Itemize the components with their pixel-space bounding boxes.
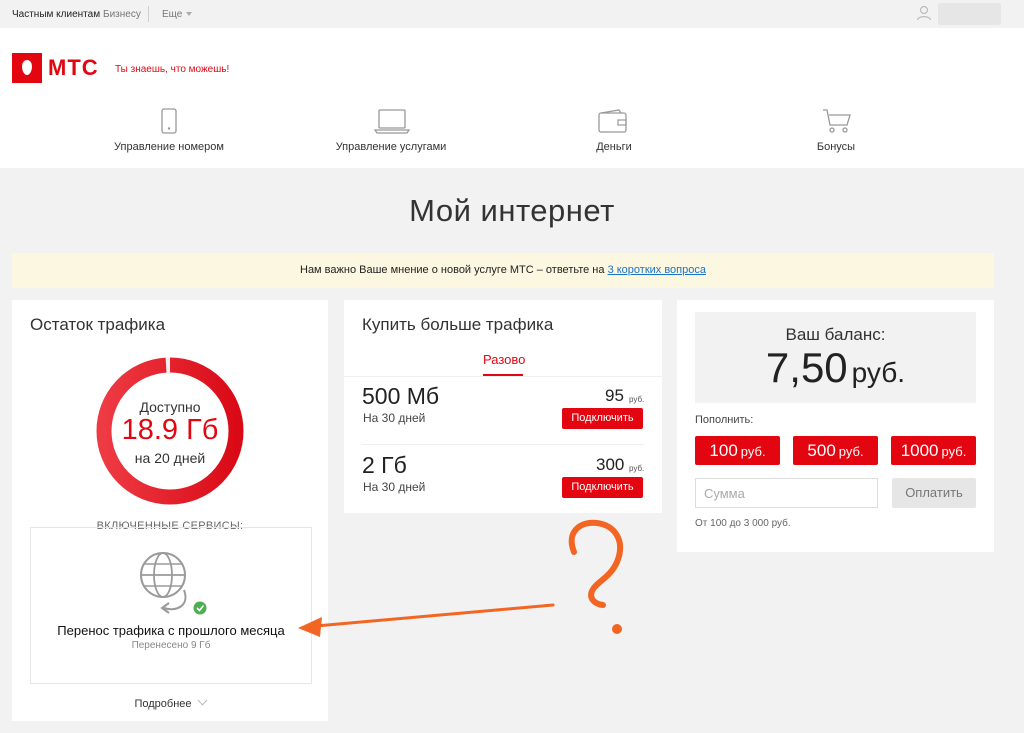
laptop-icon (374, 109, 410, 134)
arrow-annotation (298, 603, 555, 637)
topup-currency: руб. (838, 444, 864, 459)
service-transferred: Перенесено 9 Гб (131, 640, 211, 651)
package-days: На 30 дней (363, 480, 426, 494)
balance-currency: руб. (851, 357, 906, 388)
traffic-card-title: Остаток трафика (30, 315, 166, 334)
traffic-amount: 18.9 Гб (121, 414, 219, 446)
amount-range-note: От 100 до 3 000 руб. (695, 518, 791, 529)
package-price: 95 (605, 386, 624, 405)
pay-button[interactable]: Оплатить (892, 478, 976, 508)
package-currency: руб. (629, 395, 645, 404)
topup-amount: 1000 (900, 441, 939, 460)
topup-currency: руб. (740, 444, 766, 459)
survey-link[interactable]: 3 коротких вопроса (608, 264, 706, 276)
buy-card-title: Купить больше трафика (362, 315, 554, 334)
logo-text[interactable]: МТС (48, 55, 99, 81)
tab-once[interactable]: Разово (483, 352, 525, 367)
cart-icon (823, 109, 851, 133)
user-account-blurred[interactable] (938, 3, 1001, 25)
site-header: МТС Ты знаешь, что можешь! Управление но… (0, 28, 1024, 168)
tab-business[interactable]: Бизнесу (103, 9, 141, 20)
balance-label: Ваш баланс: (785, 325, 886, 344)
nav-money[interactable]: Деньги (514, 141, 714, 153)
topup-label: Пополнить: (695, 414, 754, 426)
service-name: Перенос трафика с прошлого месяца (57, 623, 285, 638)
traffic-days: на 20 дней (134, 450, 206, 466)
survey-text: Нам важно Ваше мнение о новой услуге МТС… (300, 264, 608, 276)
package-currency: руб. (629, 464, 645, 473)
tab-baseline (344, 376, 662, 377)
top-bar: Частным клиентам Бизнесу Еще (0, 0, 1024, 28)
more-menu-label: Еще (162, 9, 183, 20)
topbar-divider (148, 6, 149, 22)
nav-bonuses[interactable]: Бонусы (736, 141, 936, 153)
connect-2gb-button[interactable]: Подключить (562, 477, 643, 498)
user-icon[interactable] (916, 5, 932, 21)
chevron-down-icon (186, 12, 193, 16)
connect-500mb-button[interactable]: Подключить (562, 408, 643, 429)
topup-1000-button[interactable]: 1000 руб. (891, 436, 976, 465)
more-details-link[interactable]: Подробнее (12, 695, 328, 710)
wallet-icon (598, 109, 627, 133)
topup-amount: 500 (807, 441, 836, 460)
question-mark-annotation (568, 519, 624, 634)
tab-active-underline (483, 374, 523, 376)
topup-currency: руб. (941, 444, 967, 459)
package-price: 300 (596, 455, 625, 474)
package-size: 2 Гб (362, 452, 407, 478)
package-days: На 30 дней (363, 411, 426, 425)
topup-amount: 100 (709, 441, 738, 460)
page-title: Мой интернет (409, 193, 615, 228)
sum-input[interactable] (695, 478, 878, 508)
slogan: Ты знаешь, что можешь! (115, 64, 230, 75)
more-menu[interactable]: Еще (162, 9, 193, 20)
topup-500-button[interactable]: 500 руб. (793, 436, 878, 465)
phone-icon (161, 108, 177, 134)
nav-manage-number[interactable]: Управление номером (69, 141, 269, 153)
chevron-down-icon (197, 695, 207, 706)
mts-logo-icon[interactable] (12, 53, 42, 83)
balance-value: 7,50 руб. (695, 344, 976, 392)
nav-manage-services[interactable]: Управление услугами (291, 141, 491, 153)
topup-100-button[interactable]: 100 руб. (695, 436, 780, 465)
survey-banner: Нам важно Ваше мнение о новой услуге МТС… (12, 253, 994, 288)
more-details-label: Подробнее (134, 698, 192, 710)
tab-personal-clients[interactable]: Частным клиентам (12, 9, 100, 20)
package-size: 500 Мб (362, 383, 440, 409)
available-label: Доступно (139, 399, 201, 415)
package-divider (362, 444, 644, 445)
globe-transfer-icon (140, 552, 207, 615)
balance-amount: 7,50 (765, 344, 848, 391)
